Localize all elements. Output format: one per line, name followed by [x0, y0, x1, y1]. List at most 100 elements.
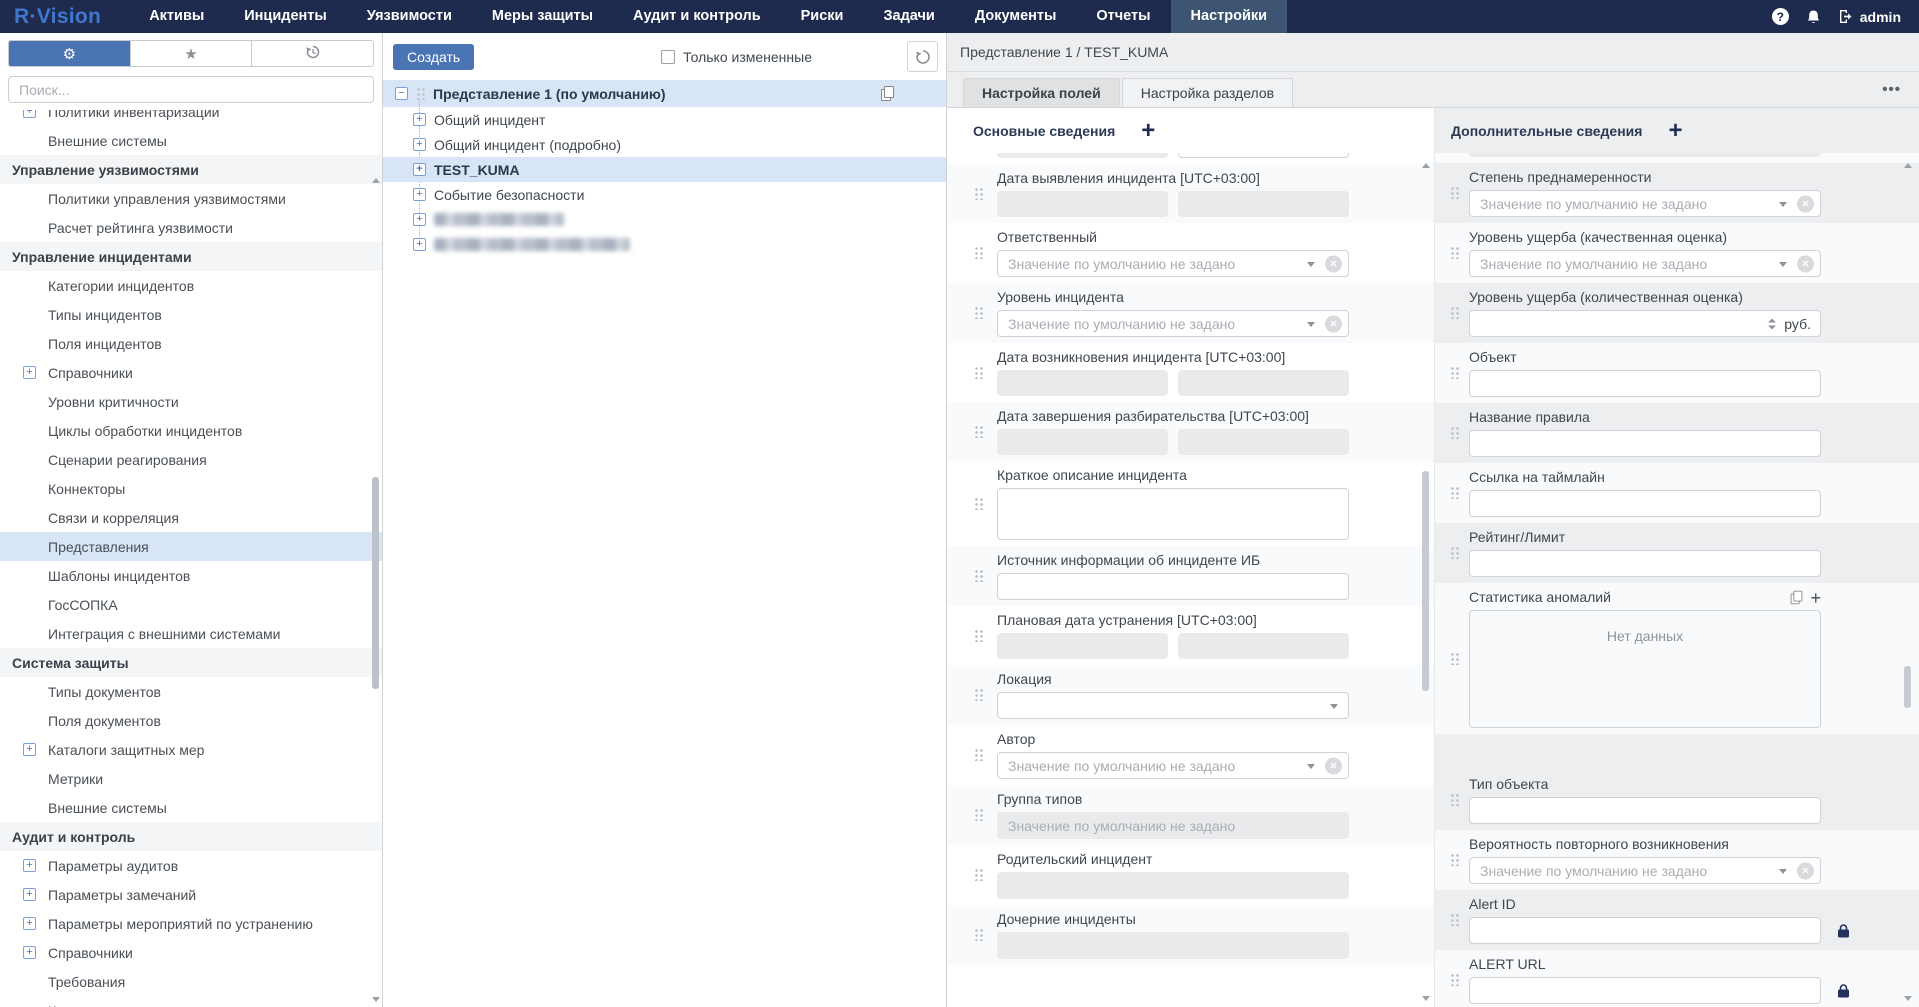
expand-plus-icon[interactable]: +	[23, 917, 36, 930]
sidebar-item[interactable]: Циклы обработки инцидентов	[0, 416, 382, 445]
editor-tab[interactable]: Настройка разделов	[1122, 78, 1293, 107]
expand-plus-icon[interactable]: +	[413, 138, 426, 151]
sidebar-item[interactable]: Расчет рейтинга уязвимости	[0, 213, 382, 242]
add-field-icon[interactable]: +	[1668, 121, 1682, 141]
expand-plus-icon[interactable]: +	[413, 238, 426, 251]
chevron-down-icon[interactable]	[1307, 322, 1315, 327]
field-input[interactable]	[1469, 430, 1821, 457]
sidebar-item[interactable]: Аудит и контроль	[0, 822, 382, 851]
drag-handle-icon[interactable]	[974, 748, 983, 761]
drag-handle-icon[interactable]	[974, 629, 983, 642]
drag-handle-icon[interactable]	[1450, 973, 1459, 986]
field-input[interactable]	[997, 932, 1349, 959]
field-input[interactable]	[1469, 550, 1821, 577]
date-input[interactable]	[997, 370, 1168, 396]
scroll-up-icon[interactable]	[372, 178, 380, 183]
sidebar-item[interactable]: Коннекторы	[0, 474, 382, 503]
collapse-minus-icon[interactable]: −	[395, 87, 408, 100]
field-input[interactable]: руб.	[1469, 310, 1821, 337]
copy-icon[interactable]	[881, 86, 894, 101]
only-changed-checkbox[interactable]	[661, 50, 675, 64]
drag-handle-icon[interactable]	[1450, 426, 1459, 439]
field-input[interactable]	[997, 872, 1349, 899]
drag-handle-icon[interactable]	[974, 868, 983, 881]
sidebar-item[interactable]: Система защиты	[0, 648, 382, 677]
drag-handle-icon[interactable]	[974, 246, 983, 259]
nav-menu-item[interactable]: Отчеты	[1076, 0, 1170, 33]
nav-menu-item[interactable]: Аудит и контроль	[613, 0, 781, 33]
date-input[interactable]	[1178, 153, 1349, 158]
chevron-down-icon[interactable]	[1779, 869, 1787, 874]
sidebar-item[interactable]: Требования	[0, 967, 382, 996]
drag-handle-icon[interactable]	[1450, 853, 1459, 866]
drag-handle-icon[interactable]	[1450, 486, 1459, 499]
field-input[interactable]	[1469, 153, 1821, 157]
tree-item[interactable]: +	[383, 232, 946, 257]
drag-handle-icon[interactable]	[416, 87, 425, 100]
sidebar-item[interactable]: Связи и корреляция	[0, 503, 382, 532]
sidebar-item[interactable]: + Справочники	[0, 938, 382, 967]
nav-menu-item[interactable]: Настройки	[1171, 0, 1288, 33]
help-icon[interactable]: ?	[1772, 8, 1789, 25]
nav-menu-item[interactable]: Уязвимости	[347, 0, 472, 33]
drag-handle-icon[interactable]	[1450, 913, 1459, 926]
sidebar-item[interactable]: Шаблоны инцидентов	[0, 561, 382, 590]
nav-menu-item[interactable]: Риски	[781, 0, 864, 33]
sidebar-item[interactable]: Поля документов	[0, 706, 382, 735]
field-input[interactable]: Значение по умолчанию не задано	[997, 812, 1349, 839]
date-input[interactable]	[1178, 370, 1349, 396]
drag-handle-icon[interactable]	[1450, 186, 1459, 199]
sidebar-item[interactable]: Контрольные проверки	[0, 996, 382, 1007]
sidebar-item[interactable]: + Параметры мероприятий по устранению	[0, 909, 382, 938]
search-input[interactable]	[8, 76, 374, 103]
date-input[interactable]	[1178, 429, 1349, 455]
sidebar-item[interactable]: Поля инцидентов	[0, 329, 382, 358]
drag-handle-icon[interactable]	[1450, 246, 1459, 259]
date-input[interactable]	[997, 429, 1168, 455]
sidebar-item[interactable]: Политики управления уязвимостями	[0, 184, 382, 213]
scroll-up-icon[interactable]	[1904, 163, 1912, 168]
clear-icon[interactable]: ×	[1797, 195, 1814, 212]
field-input[interactable]	[1469, 370, 1821, 397]
expand-plus-icon[interactable]: +	[23, 888, 36, 901]
drag-handle-icon[interactable]	[1450, 652, 1459, 665]
expand-plus-icon[interactable]: +	[23, 366, 36, 379]
chevron-down-icon[interactable]	[1779, 262, 1787, 267]
sidebar-item[interactable]: ГосСОПКА	[0, 590, 382, 619]
sidebar-item[interactable]: Типы документов	[0, 677, 382, 706]
scroll-up-icon[interactable]	[1422, 163, 1430, 168]
scroll-down-icon[interactable]	[372, 997, 380, 1002]
tree-item[interactable]: + TEST_KUMA	[383, 157, 946, 182]
clear-icon[interactable]: ×	[1325, 315, 1342, 332]
expand-plus-icon[interactable]: +	[23, 859, 36, 872]
expand-plus-icon[interactable]: +	[23, 110, 36, 118]
sidebar-item[interactable]: Внешние системы	[0, 793, 382, 822]
clear-icon[interactable]: ×	[1797, 862, 1814, 879]
nav-menu-item[interactable]: Документы	[955, 0, 1077, 33]
date-input[interactable]	[997, 153, 1168, 158]
column-scrollbar[interactable]	[1421, 161, 1430, 1003]
field-input[interactable]: Значение по умолчанию не задано ×	[1469, 857, 1821, 884]
sidebar-item[interactable]: Представления	[0, 532, 382, 561]
sidebar-item[interactable]: + Параметры замечаний	[0, 880, 382, 909]
sidebar-item[interactable]: + Каталоги защитных мер	[0, 735, 382, 764]
field-input[interactable]: Значение по умолчанию не задано ×	[1469, 250, 1821, 277]
drag-handle-icon[interactable]	[1450, 793, 1459, 806]
more-menu-icon[interactable]: •••	[1882, 81, 1901, 98]
anomaly-stats-box[interactable]: Нет данных	[1469, 610, 1821, 728]
scrollbar-thumb[interactable]	[1422, 471, 1429, 691]
nav-menu-item[interactable]: Инциденты	[224, 0, 347, 33]
sidebar-item[interactable]: Интеграция с внешними системами	[0, 619, 382, 648]
drag-handle-icon[interactable]	[1450, 366, 1459, 379]
drag-handle-icon[interactable]	[974, 569, 983, 582]
drag-handle-icon[interactable]	[974, 306, 983, 319]
tab-favorites[interactable]: ★	[130, 41, 252, 66]
scrollbar-thumb[interactable]	[372, 477, 379, 689]
nav-menu-item[interactable]: Меры защиты	[472, 0, 613, 33]
field-input[interactable]	[997, 573, 1349, 600]
field-input[interactable]: Значение по умолчанию не задано ×	[1469, 190, 1821, 217]
scroll-down-icon[interactable]	[1904, 996, 1912, 1001]
clear-icon[interactable]: ×	[1325, 757, 1342, 774]
sidebar-item[interactable]: Категории инцидентов	[0, 271, 382, 300]
create-button[interactable]: Создать	[393, 44, 474, 70]
